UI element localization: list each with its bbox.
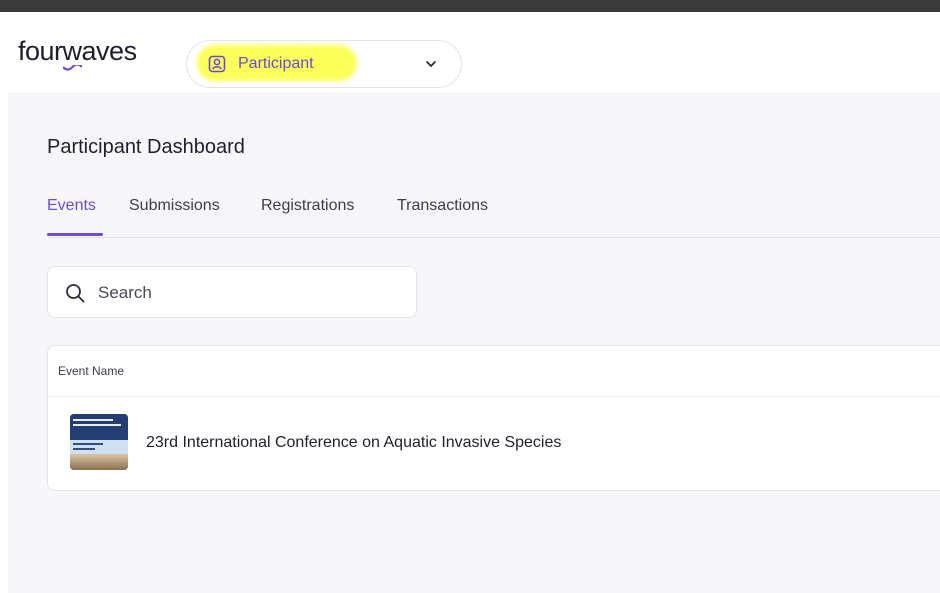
table-row[interactable]: 23rd International Conference on Aquatic… (48, 397, 940, 491)
event-name: 23rd International Conference on Aquatic… (146, 434, 562, 451)
logo-wave-icon (62, 65, 82, 71)
tab-events[interactable]: Events (47, 197, 103, 236)
tab-submissions[interactable]: Submissions (129, 197, 220, 215)
search-box (47, 266, 417, 318)
tab-registrations[interactable]: Registrations (261, 197, 354, 215)
main-content: Participant Dashboard Events Submissions… (8, 92, 940, 593)
tab-label: Submissions (129, 197, 220, 214)
logo-text-w: W (62, 36, 83, 71)
window-top-bar (0, 0, 940, 12)
tab-label: Events (47, 197, 96, 214)
column-header-event-name[interactable]: Event Name (58, 364, 124, 378)
dashboard-tabs: Events Submissions Registrations Transac… (47, 197, 940, 238)
role-selector-dropdown[interactable]: Participant (186, 40, 462, 88)
active-tab-indicator (47, 233, 103, 236)
page-title: Participant Dashboard (47, 136, 245, 158)
search-input[interactable] (96, 279, 400, 307)
logo-text-aves: aves (81, 36, 138, 66)
user-badge-icon (208, 55, 226, 73)
search-icon (66, 284, 85, 303)
tab-transactions[interactable]: Transactions (397, 197, 488, 215)
logo-text-four: four (18, 36, 63, 66)
table-header: Event Name (48, 346, 940, 397)
event-thumbnail (70, 414, 128, 470)
tab-label: Transactions (397, 197, 488, 214)
events-table: Event Name 23rd International Conference… (47, 345, 940, 491)
chevron-down-icon (426, 61, 436, 67)
fourwaves-logo[interactable]: fourW aves (18, 36, 138, 71)
tab-label: Registrations (261, 197, 355, 214)
logo-w-letter: W (62, 36, 83, 66)
app-header: fourW aves Participant (0, 12, 940, 92)
role-label: Participant (238, 55, 314, 72)
